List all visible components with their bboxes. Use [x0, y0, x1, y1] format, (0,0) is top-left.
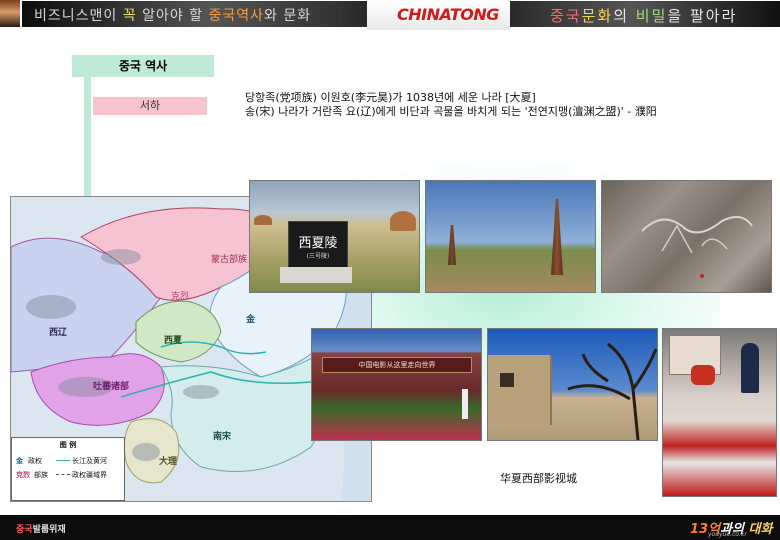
footer-part: 발룹위재 — [32, 525, 66, 535]
map-label-south-song: 南宋 — [213, 432, 232, 442]
legend-item: 部族 — [34, 471, 48, 479]
chinatong-logo: CHINATONG — [397, 5, 499, 24]
footer-part: 13 — [690, 522, 709, 537]
footer-left-text: 중국발룹위재 — [16, 522, 66, 535]
banner-part: 알아야 할 — [136, 8, 209, 24]
legend-title: 图 例 — [59, 441, 77, 449]
map-label-west-liao: 西辽 — [49, 328, 68, 338]
map-label-tibet: 吐蕃诸部 — [93, 382, 130, 392]
description-line-1: 당항족(党项族) 이원호(李元昊)가 1038년에 세운 나라 [大夏] — [245, 91, 536, 104]
tomb-mound — [390, 211, 416, 231]
tomb-sign-sub: (三号陵) — [306, 253, 330, 260]
banner-part: 의 — [613, 7, 636, 25]
nav-connector-line — [84, 77, 91, 197]
header-right-banner: 중국문화의 비밀을 팔아라 — [510, 1, 780, 27]
photo-twin-pagodas — [425, 180, 596, 293]
photo-flower-display — [662, 328, 777, 497]
carving-lines — [641, 216, 753, 278]
tomb-sign: 西夏陵 (三号陵) — [288, 221, 348, 269]
person-figure — [462, 389, 468, 419]
presenter-avatar — [0, 0, 20, 27]
section-title[interactable]: 중국 역사 — [72, 55, 214, 77]
footer-part: 대화 — [748, 522, 773, 537]
tomb-sign-title: 西夏陵 — [298, 236, 338, 251]
description-line-2: 송(宋) 나라가 거란족 요(辽)에게 비단과 곡물을 바치게 되는 '전연지맹… — [245, 105, 657, 118]
header-bar: 비즈니스맨이 꼭 알아야 할 중국역사와 문화 CHINATONG 중국문화의 … — [0, 0, 780, 30]
header-left-title: 비즈니스맨이 꼭 알아야 할 중국역사와 문화 — [34, 5, 311, 25]
sign-base — [280, 267, 352, 283]
map-label-xixia: 西夏 — [164, 336, 183, 346]
map-legend: 图 例 金 政权 长江及黄河 克烈 部族 政权疆域界 — [11, 437, 125, 501]
film-city-caption: 华夏西部影视城 — [500, 472, 577, 485]
header-left-banner: 비즈니스맨이 꼭 알아야 할 중국역사와 문화 — [22, 1, 367, 27]
tomb-mound — [254, 215, 272, 225]
map-label-mongol: 蒙古部族 — [211, 255, 248, 265]
header-right-title: 중국문화의 비밀을 팔아라 — [550, 5, 737, 26]
person-figure — [691, 365, 715, 385]
legend-border-swatch — [56, 474, 70, 475]
banner-part: 꼭 — [122, 8, 137, 24]
photo-xixia-tomb: 西夏陵 (三号陵) — [249, 180, 420, 293]
map-label-jin: 金 — [246, 315, 256, 325]
banner-part: 을 팔아라 — [667, 7, 738, 25]
legend-item: 政权 — [28, 457, 42, 465]
photo-rock-carving — [601, 180, 772, 293]
pagoda-large — [551, 199, 563, 275]
film-city-banner: 中国电影从这里走向世界 — [322, 357, 472, 373]
banner-part: 비밀 — [635, 7, 668, 25]
legend-item: 金 — [16, 457, 23, 465]
banner-part: 중국역사 — [208, 8, 265, 24]
description-text: 당항족(党项族) 이원호(李元昊)가 1038년에 세운 나라 [大夏] 송(宋… — [245, 91, 765, 119]
banner-part: 비즈니스맨이 — [34, 8, 123, 24]
person-figure — [741, 343, 759, 393]
pagoda-small — [448, 225, 456, 265]
banner-part: 문화 — [581, 7, 614, 25]
nav-item-xixia[interactable]: 서하 — [93, 97, 207, 115]
map-label-dali: 大理 — [159, 457, 178, 467]
banner-part: 와 문화 — [264, 8, 312, 24]
photo-mud-wall — [487, 328, 658, 441]
footer-part: 중국 — [16, 525, 33, 535]
photo-film-city-gate: 中国电影从这里走向世界 — [311, 328, 482, 441]
legend-river-swatch — [56, 460, 70, 461]
footer-bar: 중국발룹위재 13억과의 대화 — [0, 515, 780, 540]
banner-part: 중국 — [550, 7, 582, 25]
footer-url[interactable]: youyue.co.kr — [708, 531, 747, 538]
legend-item: 长江及黄河 — [72, 457, 107, 465]
dead-tree — [567, 342, 657, 440]
legend-item: 克烈 — [16, 471, 30, 479]
map-label-kereit: 克烈 — [171, 292, 190, 302]
legend-item: 政权疆域界 — [72, 471, 107, 479]
